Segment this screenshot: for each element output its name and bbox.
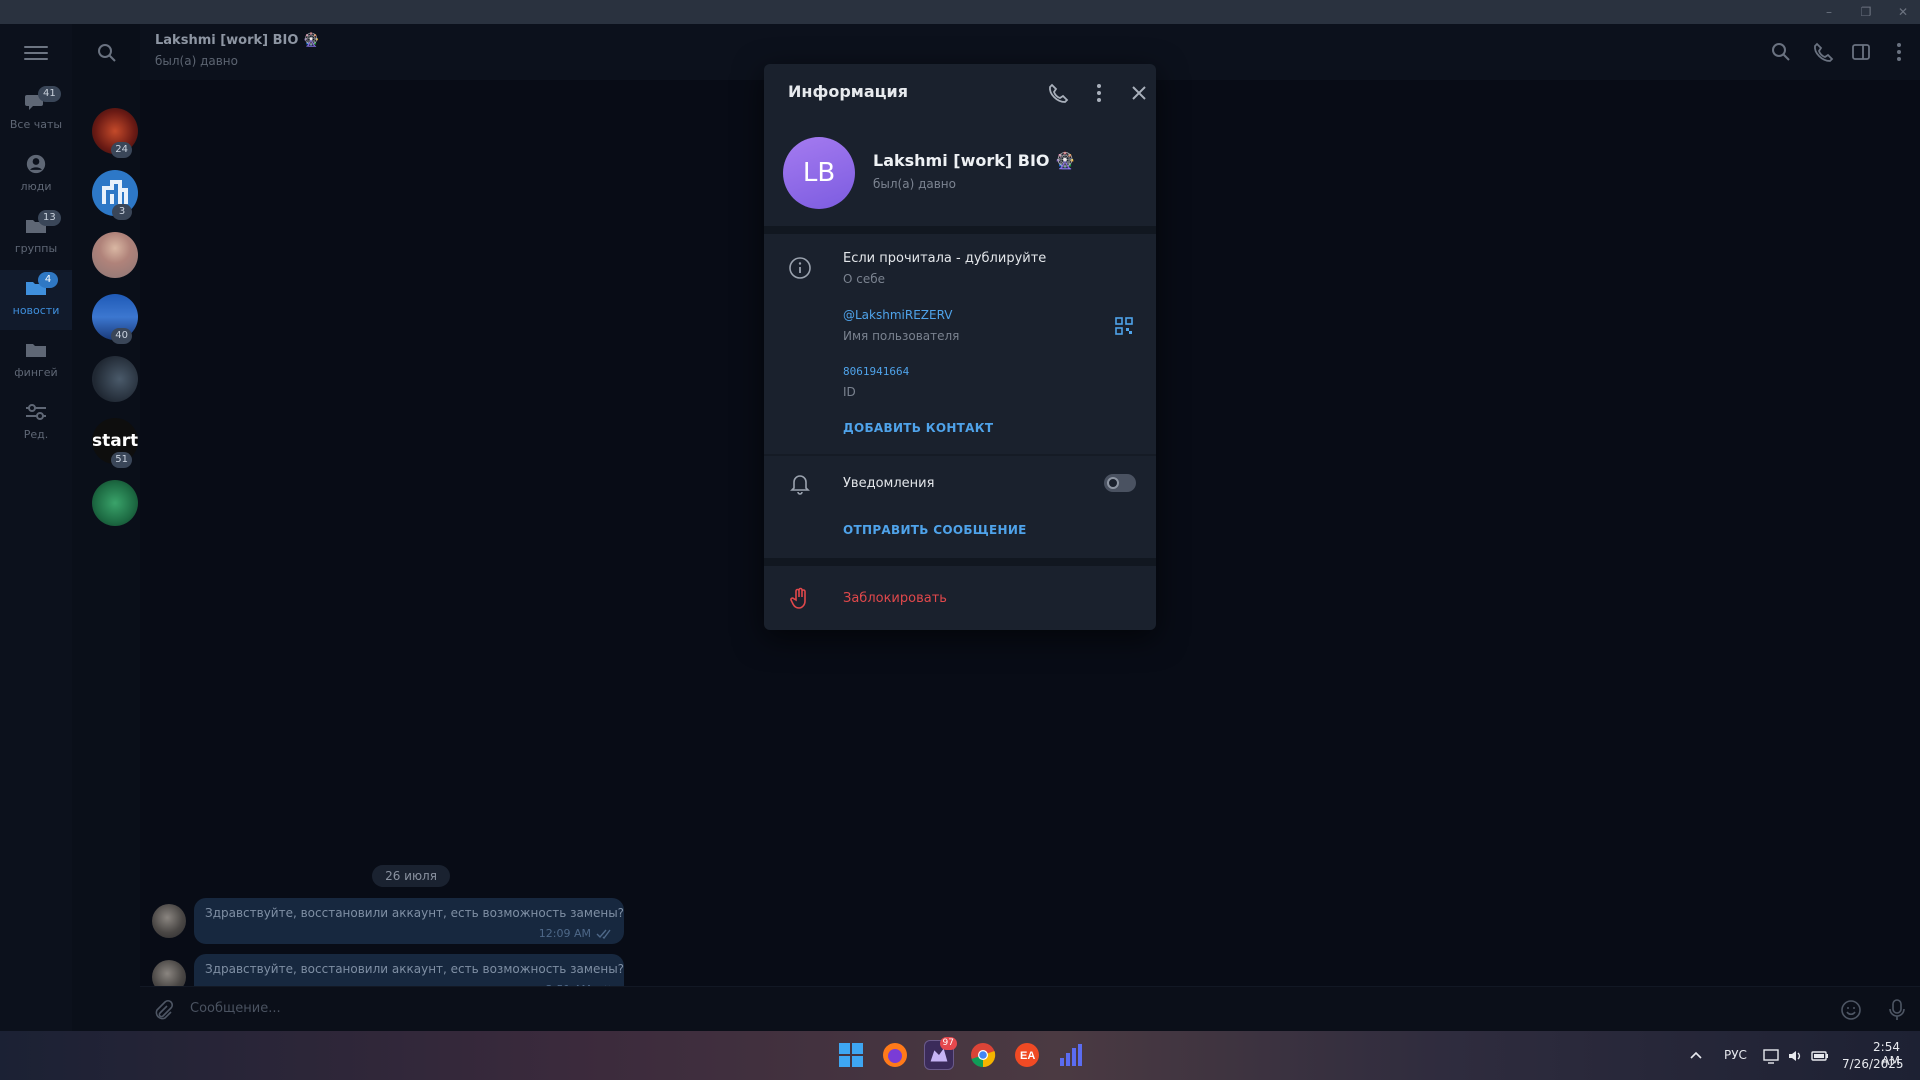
section-divider	[764, 454, 1156, 456]
sidebar-toggle-icon[interactable]	[1850, 41, 1872, 63]
display-icon[interactable]	[1762, 1047, 1780, 1065]
folder-label: новости	[12, 304, 60, 317]
dialog-title: Информация	[788, 82, 908, 101]
firefox-icon[interactable]	[880, 1040, 910, 1070]
maximize-button[interactable]: ❐	[1852, 3, 1880, 21]
telegram-app-icon[interactable]: 97	[924, 1037, 957, 1070]
add-contact-button[interactable]: ДОБАВИТЬ КОНТАКТ	[843, 421, 993, 435]
folder-icon	[26, 344, 46, 357]
folder-label: группы	[14, 242, 58, 255]
chat-item[interactable]: 24	[82, 108, 138, 158]
username-link[interactable]: @LakshmiREZERV	[843, 308, 952, 322]
chat-avatar	[92, 356, 138, 402]
info-icon	[789, 257, 811, 279]
user-id-label: ID	[843, 385, 856, 399]
chrome-icon[interactable]	[968, 1040, 998, 1070]
close-window-button[interactable]: ✕	[1889, 3, 1917, 21]
chat-item[interactable]: 40	[82, 294, 138, 344]
folder-news[interactable]: 4 новости	[0, 270, 72, 330]
username-label: Имя пользователя	[843, 329, 960, 343]
ea-app-icon[interactable]: EA	[1012, 1040, 1042, 1070]
sender-avatar[interactable]	[152, 904, 186, 938]
bio-label: О себе	[843, 272, 886, 286]
unread-badge: 24	[111, 142, 132, 158]
bio-text[interactable]: Если прочитала - дублируйте	[843, 251, 1046, 266]
phone-icon[interactable]	[1812, 41, 1834, 63]
folder-people[interactable]: люди	[0, 146, 72, 206]
message-text: Здравствуйте, восстановили аккаунт, есть…	[205, 906, 625, 920]
folder-all-chats[interactable]: 41 Все чаты	[0, 84, 72, 144]
qr-code-icon[interactable]	[1114, 316, 1134, 336]
profile-status: был(а) давно	[873, 177, 956, 191]
unread-badge: 40	[111, 328, 132, 344]
sliders-icon	[26, 404, 46, 420]
user-info-dialog: Информация LB Lakshmi [work] BIO 🎡 был(а…	[764, 64, 1156, 630]
chat-item[interactable]: 3	[82, 170, 138, 220]
chevron-up-icon[interactable]	[1689, 1048, 1703, 1062]
folder-fingei[interactable]: фингей	[0, 332, 72, 392]
search-icon[interactable]	[96, 42, 118, 64]
folder-edit[interactable]: Ред.	[0, 394, 72, 454]
hand-stop-icon	[790, 587, 806, 609]
message-time: 12:09 AM	[538, 927, 591, 940]
user-id-value[interactable]: 8061941664	[843, 365, 909, 378]
notifications-label: Уведомления	[843, 476, 935, 491]
chat-avatar	[92, 232, 138, 278]
folder-badge: 41	[38, 86, 61, 102]
message-text: Здравствуйте, восстановили аккаунт, есть…	[205, 962, 625, 976]
bell-icon	[790, 475, 810, 495]
chat-item[interactable]	[82, 480, 138, 528]
message-composer: Сообщение...	[140, 986, 1920, 1031]
chat-item[interactable]	[82, 356, 138, 404]
chat-item[interactable]	[82, 232, 138, 280]
notifications-toggle[interactable]	[1104, 474, 1136, 492]
emoji-icon[interactable]	[1840, 999, 1862, 1021]
notification-badge: 97	[939, 1037, 957, 1050]
folder-sidebar: 41 Все чаты люди 13 группы 4 новости фин…	[0, 24, 72, 1031]
battery-icon[interactable]	[1810, 1047, 1830, 1065]
folder-label: Все чаты	[9, 118, 63, 131]
window-titlebar: – ❐ ✕	[0, 0, 1920, 24]
profile-avatar[interactable]: LB	[783, 137, 855, 209]
folder-badge: 13	[38, 210, 61, 226]
chat-title: Lakshmi [work] BIO 🎡	[155, 33, 320, 48]
folder-badge: 4	[38, 272, 58, 288]
svg-text:EA: EA	[1020, 1050, 1035, 1062]
chat-status: был(а) давно	[155, 54, 238, 68]
folder-groups[interactable]: 13 группы	[0, 208, 72, 268]
windows-taskbar: 97 EA РУС 2:54 AM 7/26/2025	[0, 1031, 1920, 1080]
phone-icon[interactable]	[1047, 82, 1069, 104]
folder-label: Ред.	[23, 428, 49, 441]
double-check-icon	[596, 929, 611, 939]
speaker-icon[interactable]	[1786, 1047, 1804, 1065]
more-vertical-icon[interactable]	[1888, 41, 1910, 63]
clock-date[interactable]: 7/26/2025	[1842, 1057, 1904, 1071]
folder-label: люди	[20, 180, 52, 193]
menu-icon[interactable]	[22, 42, 50, 66]
chat-item[interactable]: start 51	[82, 418, 138, 468]
send-message-button[interactable]: ОТПРАВИТЬ СООБЩЕНИЕ	[843, 523, 1027, 537]
section-divider	[764, 226, 1156, 234]
windows-start-icon[interactable]	[836, 1040, 866, 1070]
chat-list: 24 3 40 start 51	[72, 24, 140, 1031]
person-icon	[26, 154, 46, 174]
search-icon[interactable]	[1770, 41, 1792, 63]
microphone-icon[interactable]	[1886, 998, 1908, 1022]
unread-badge: 3	[112, 204, 132, 220]
chat-avatar	[92, 480, 138, 526]
language-indicator[interactable]: РУС	[1724, 1031, 1747, 1080]
message-input[interactable]: Сообщение...	[190, 1001, 281, 1016]
section-divider	[764, 558, 1156, 566]
folder-label: фингей	[14, 366, 58, 379]
more-vertical-icon[interactable]	[1088, 82, 1110, 104]
minimize-button[interactable]: –	[1815, 3, 1843, 21]
bar-chart-app-icon[interactable]	[1056, 1040, 1086, 1070]
block-user-button[interactable]: Заблокировать	[843, 591, 947, 606]
date-separator: 26 июля	[372, 865, 450, 887]
profile-name: Lakshmi [work] BIO 🎡	[873, 151, 1076, 170]
paperclip-icon[interactable]	[152, 999, 174, 1021]
unread-badge: 51	[111, 452, 132, 468]
close-icon[interactable]	[1128, 82, 1150, 104]
message-bubble[interactable]: Здравствуйте, восстановили аккаунт, есть…	[194, 898, 624, 944]
